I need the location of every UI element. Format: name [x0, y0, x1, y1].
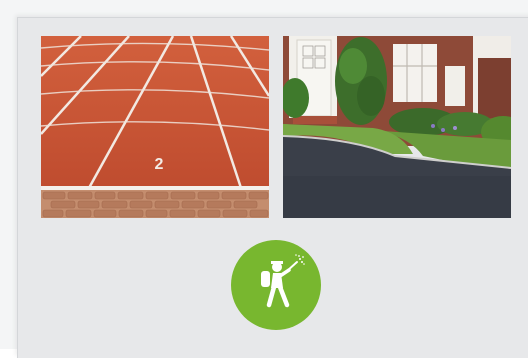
pest-control-sprayer-icon [245, 252, 307, 319]
running-track-photo: 2 [41, 36, 269, 218]
lane-number: 2 [155, 156, 164, 173]
service-badge [231, 240, 321, 330]
asphalt-driveway-photo [283, 36, 511, 218]
